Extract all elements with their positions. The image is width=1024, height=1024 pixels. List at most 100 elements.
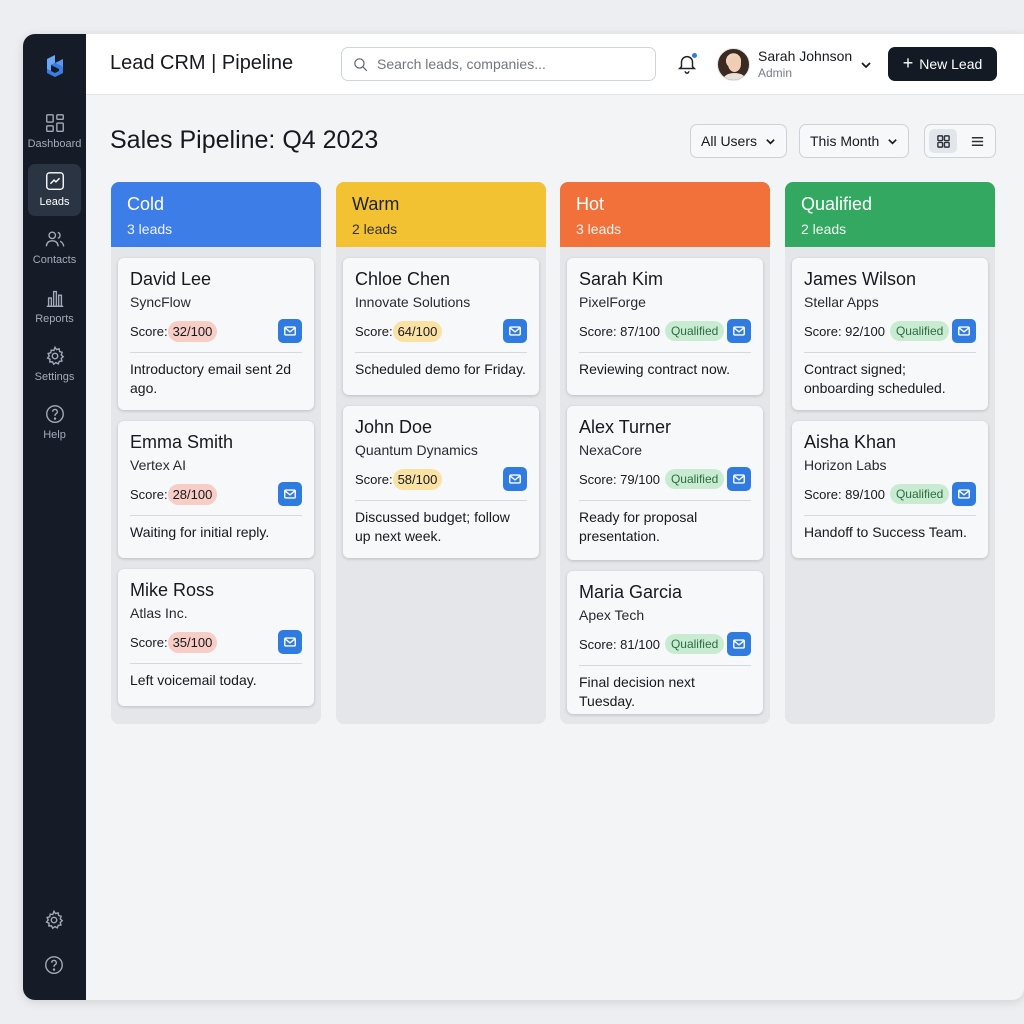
- card-divider: [355, 352, 527, 353]
- plus-icon: +: [902, 53, 914, 73]
- column-title: Warm: [352, 194, 400, 214]
- lead-company: PixelForge: [579, 294, 646, 310]
- app-window: Dashboard Leads Contacts Reports Setting…: [23, 34, 1024, 1000]
- new-lead-label: New Lead: [919, 56, 983, 72]
- score-label: Score:: [355, 323, 393, 339]
- list-view-button[interactable]: [963, 129, 991, 153]
- email-button[interactable]: [278, 319, 302, 343]
- lead-card[interactable]: Emma Smith Vertex AI Score: 28/100 Waiti…: [118, 421, 314, 558]
- qualified-badge: Qualified: [664, 634, 725, 654]
- search-input[interactable]: [377, 56, 637, 72]
- bar-chart-icon: [46, 290, 63, 307]
- lead-note: Final decision next Tuesday.: [579, 674, 695, 709]
- top-header: Lead CRM | Pipeline Sarah Johnson Admin …: [86, 34, 1024, 95]
- lead-card[interactable]: David Lee SyncFlow Score: 32/100 Introdu…: [118, 258, 314, 410]
- gear-icon: [45, 909, 64, 930]
- email-button[interactable]: [952, 319, 976, 343]
- score-label: Score: 89/100: [804, 486, 885, 502]
- lead-card[interactable]: Mike Ross Atlas Inc. Score: 35/100 Left …: [118, 569, 314, 706]
- logo-icon: [47, 55, 63, 77]
- email-button[interactable]: [727, 319, 751, 343]
- mail-icon: [284, 326, 296, 336]
- settings-shortcut[interactable]: [43, 909, 65, 931]
- chevron-down-icon: [861, 62, 871, 69]
- card-divider: [355, 500, 527, 501]
- lead-company: Horizon Labs: [804, 457, 887, 473]
- chevron-down-icon: [766, 138, 775, 145]
- help-icon: [45, 956, 63, 974]
- sidebar-item-leads[interactable]: Leads: [28, 164, 81, 216]
- avatar[interactable]: [717, 48, 750, 81]
- score-row: Score: 89/100 Qualified: [804, 481, 976, 507]
- score-row: Score: 32/100: [130, 318, 302, 344]
- column-count: 3 leads: [576, 221, 622, 237]
- search-box[interactable]: [341, 47, 656, 81]
- sidebar-item-help[interactable]: Help: [28, 397, 81, 449]
- help-icon: [45, 405, 64, 423]
- score-pill: 58/100: [392, 468, 443, 490]
- column-title: Cold: [127, 194, 165, 214]
- qualified-badge: Qualified: [664, 321, 725, 341]
- lead-card[interactable]: Chloe Chen Innovate Solutions Score: 64/…: [343, 258, 539, 395]
- score-row: Score: 28/100: [130, 481, 302, 507]
- score-row: Score: 81/100 Qualified: [579, 631, 751, 657]
- column-header: Hot 3 leads: [560, 182, 770, 247]
- score-row: Score: 87/100 Qualified: [579, 318, 751, 344]
- help-shortcut[interactable]: [43, 954, 65, 976]
- lead-card[interactable]: Aisha Khan Horizon Labs Score: 89/100 Qu…: [792, 421, 988, 558]
- mail-icon: [733, 326, 745, 336]
- score-row: Score: 79/100 Qualified: [579, 466, 751, 492]
- lead-note: Handoff to Success Team.: [804, 524, 967, 540]
- gear-icon: [46, 345, 64, 366]
- lead-name: James Wilson: [804, 269, 917, 289]
- score-row: Score: 92/100 Qualified: [804, 318, 976, 344]
- sidebar-item-settings[interactable]: Settings: [28, 339, 81, 391]
- email-button[interactable]: [278, 630, 302, 654]
- lead-card[interactable]: Alex Turner NexaCore Score: 79/100 Quali…: [567, 406, 763, 560]
- list-icon: [971, 136, 983, 146]
- sidebar-item-contacts[interactable]: Contacts: [28, 222, 81, 274]
- user-filter-dropdown[interactable]: All Users: [690, 124, 788, 158]
- lead-card[interactable]: James Wilson Stellar Apps Score: 92/100 …: [792, 258, 988, 410]
- notifications-button[interactable]: [676, 52, 698, 76]
- email-button[interactable]: [727, 632, 751, 656]
- lead-note: Waiting for initial reply.: [130, 524, 270, 540]
- email-button[interactable]: [952, 482, 976, 506]
- user-name[interactable]: Sarah Johnson: [758, 48, 852, 64]
- lead-company: Stellar Apps: [804, 294, 879, 310]
- app-title: Lead CRM | Pipeline: [110, 52, 294, 74]
- new-lead-button[interactable]: + New Lead: [888, 47, 997, 81]
- column-header: Cold 3 leads: [111, 182, 321, 247]
- lead-company: Apex Tech: [579, 607, 645, 623]
- email-button[interactable]: [278, 482, 302, 506]
- mail-icon: [284, 637, 296, 647]
- lead-card[interactable]: Sarah Kim PixelForge Score: 87/100 Quali…: [567, 258, 763, 395]
- lead-card[interactable]: John Doe Quantum Dynamics Score: 58/100 …: [343, 406, 539, 558]
- column-header: Qualified 2 leads: [785, 182, 995, 247]
- email-button[interactable]: [503, 467, 527, 491]
- lead-card[interactable]: Maria Garcia Apex Tech Score: 81/100 Qua…: [567, 571, 763, 714]
- email-button[interactable]: [727, 467, 751, 491]
- mail-icon: [509, 474, 521, 484]
- user-menu-toggle[interactable]: [860, 58, 872, 70]
- lead-name: Chloe Chen: [355, 269, 451, 289]
- score-pill: 28/100: [167, 483, 218, 505]
- card-divider: [579, 665, 751, 666]
- lead-note: Introductory email sent 2d ago.: [130, 361, 292, 396]
- card-divider: [579, 500, 751, 501]
- date-filter-dropdown[interactable]: This Month: [799, 124, 910, 158]
- lead-name: Sarah Kim: [579, 269, 664, 289]
- pipeline-column-qualified: Qualified 2 leads James Wilson Stellar A…: [785, 182, 995, 724]
- score-row: Score: 64/100: [355, 318, 527, 344]
- pipeline-column-cold: Cold 3 leads David Lee SyncFlow Score: 3…: [111, 182, 321, 724]
- sidebar-item-reports[interactable]: Reports: [28, 281, 81, 333]
- card-divider: [579, 352, 751, 353]
- lead-company: NexaCore: [579, 442, 643, 458]
- grid-view-button[interactable]: [929, 129, 957, 153]
- sidebar-item-dashboard[interactable]: Dashboard: [28, 106, 81, 158]
- lead-name: Mike Ross: [130, 580, 215, 600]
- email-button[interactable]: [503, 319, 527, 343]
- date-filter-label: This Month: [810, 133, 880, 149]
- score-label: Score: 81/100: [579, 636, 660, 652]
- column-header: Warm 2 leads: [336, 182, 546, 247]
